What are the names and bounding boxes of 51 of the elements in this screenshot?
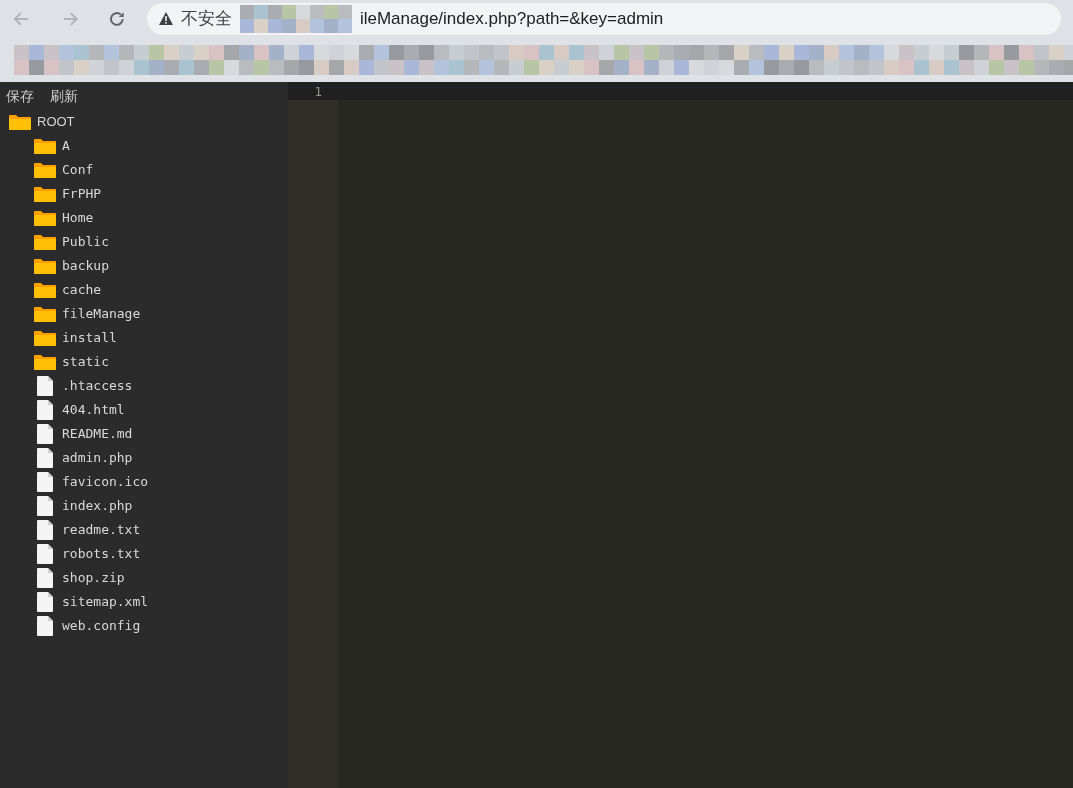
tree-item[interactable]: install	[0, 326, 125, 350]
tree-item[interactable]: 404.html	[0, 398, 133, 422]
tree-item[interactable]: readme.txt	[0, 518, 149, 542]
toolbar-button[interactable]: 保存	[6, 85, 34, 107]
tree-item[interactable]: robots.txt	[0, 542, 149, 566]
folder-icon	[34, 354, 56, 370]
file-icon	[37, 424, 53, 444]
tree-item[interactable]: README.md	[0, 422, 141, 446]
folder-icon	[9, 114, 31, 130]
folder-icon	[34, 282, 56, 298]
url-text: ileManage/index.php?path=&key=admin	[359, 7, 664, 30]
file-icon	[37, 544, 53, 564]
tree-item[interactable]: shop.zip	[0, 566, 133, 590]
tree-item[interactable]: A	[0, 134, 78, 158]
folder-icon	[34, 258, 56, 274]
file-icon	[37, 520, 53, 540]
tree-item[interactable]: fileManage	[0, 302, 149, 326]
file-icon	[37, 496, 53, 516]
tree-item[interactable]: cache	[0, 278, 110, 302]
address-bar[interactable]: 不安全 ileManage/index.php?path=&key=admin	[146, 2, 1061, 35]
tree-item[interactable]: backup	[0, 254, 117, 278]
file-icon	[37, 616, 53, 636]
tree-item[interactable]: favicon.ico	[0, 470, 157, 494]
tree-item[interactable]: web.config	[0, 614, 149, 638]
file-icon	[37, 448, 53, 468]
file-icon	[37, 472, 53, 492]
file-icon	[37, 592, 53, 612]
tree-item[interactable]: ROOT	[0, 110, 83, 134]
security-label: 不安全	[180, 7, 232, 30]
tree-item[interactable]: index.php	[0, 494, 141, 518]
tree-item[interactable]: Home	[0, 206, 102, 230]
folder-icon	[34, 162, 56, 178]
file-icon	[37, 568, 53, 588]
tree-item[interactable]: Conf	[0, 158, 102, 182]
tree-item[interactable]: Public	[0, 230, 117, 254]
folder-icon	[34, 210, 56, 226]
folder-icon	[34, 330, 56, 346]
folder-icon	[34, 138, 56, 154]
toolbar-button[interactable]: 刷新	[50, 85, 78, 107]
tree-item[interactable]: static	[0, 350, 117, 374]
folder-icon	[34, 306, 56, 322]
tree-item[interactable]: admin.php	[0, 446, 141, 470]
file-icon	[37, 376, 53, 396]
tree-item[interactable]: FrPHP	[0, 182, 110, 206]
tree-item[interactable]: sitemap.xml	[0, 590, 157, 614]
folder-icon	[34, 186, 56, 202]
warning-icon	[158, 12, 173, 25]
line-number: 1	[288, 82, 338, 100]
folder-icon	[34, 234, 56, 250]
file-icon	[37, 400, 53, 420]
tree-item[interactable]: .htaccess	[0, 374, 141, 398]
